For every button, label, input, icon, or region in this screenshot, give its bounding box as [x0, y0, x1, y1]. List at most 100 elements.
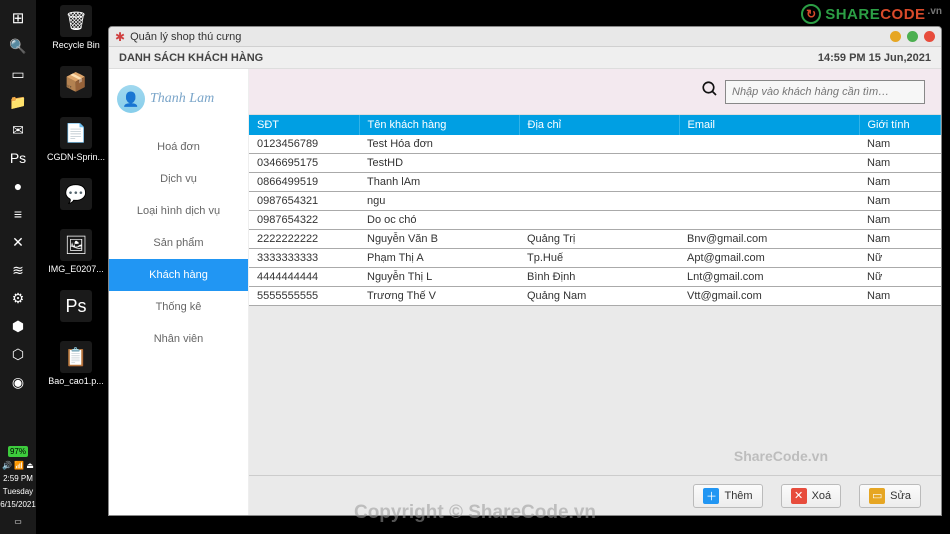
cell-diachi: [519, 211, 679, 230]
sidebar-item-1[interactable]: Dịch vụ: [109, 163, 248, 195]
desktop-icon-0[interactable]: 🗑Recycle Bin: [42, 5, 110, 50]
content-area: SĐTTên khách hàngĐịa chỉEmailGiới tính 0…: [249, 69, 941, 515]
maximize-button[interactable]: [907, 31, 918, 42]
taskbar-item-4[interactable]: ✉: [4, 116, 32, 144]
close-button[interactable]: [924, 31, 935, 42]
icon-label: Bao_cao1.p...: [42, 376, 110, 386]
sidebar-item-6[interactable]: Nhân viên: [109, 323, 248, 355]
taskbar-item-0[interactable]: ⊞: [4, 4, 32, 32]
cell-email: Bnv@gmail.com: [679, 230, 859, 249]
sidebar-item-5[interactable]: Thống kê: [109, 291, 248, 323]
taskbar-item-8[interactable]: ✕: [4, 228, 32, 256]
table-row[interactable]: 0987654321nguNam: [249, 192, 941, 211]
cell-email: [679, 173, 859, 192]
cell-diachi: [519, 173, 679, 192]
sidebar-item-0[interactable]: Hoá đơn: [109, 131, 248, 163]
table-row[interactable]: 0866499519Thanh lAmNam: [249, 173, 941, 192]
sidebar-item-4[interactable]: Khách hàng: [109, 259, 248, 291]
taskbar-date: 6/15/2021: [0, 500, 36, 509]
column-header[interactable]: Tên khách hàng: [359, 115, 519, 135]
add-label: Thêm: [724, 490, 752, 502]
customer-table[interactable]: SĐTTên khách hàngĐịa chỉEmailGiới tính 0…: [249, 115, 941, 306]
tray-icon[interactable]: 🔊: [2, 461, 12, 470]
icon-image: Ps: [60, 290, 92, 322]
taskbar-item-5[interactable]: Ps: [4, 144, 32, 172]
icon-image: 📄: [60, 117, 92, 149]
taskbar-item-13[interactable]: ◉: [4, 368, 32, 396]
table-row[interactable]: 5555555555Trương Thế VQuảng NamVtt@gmail…: [249, 287, 941, 306]
taskbar-item-9[interactable]: ≋: [4, 256, 32, 284]
desktop-icon-1[interactable]: 📦: [42, 66, 110, 101]
taskbar-time: 2:59 PM: [3, 474, 33, 483]
table-row[interactable]: 0987654322Do oc chóNam: [249, 211, 941, 230]
table-row[interactable]: 2222222222Nguyễn Văn BQuảng TrịBnv@gmail…: [249, 230, 941, 249]
delete-button[interactable]: ✕ Xoá: [781, 484, 842, 508]
table-row[interactable]: 0346695175TestHDNam: [249, 154, 941, 173]
cell-gioitinh: Nam: [859, 287, 941, 306]
delete-icon: ✕: [791, 488, 807, 504]
cell-email: [679, 211, 859, 230]
desktop-icon-6[interactable]: 📋Bao_cao1.p...: [42, 341, 110, 386]
cell-gioitinh: Nam: [859, 154, 941, 173]
cell-sdt: 0987654322: [249, 211, 359, 230]
taskbar-item-1[interactable]: 🔍: [4, 32, 32, 60]
cell-gioitinh: Nam: [859, 230, 941, 249]
action-bar: ＋ Thêm ✕ Xoá ▭ Sửa: [249, 475, 941, 515]
header-datetime: 14:59 PM 15 Jun,2021: [818, 52, 931, 64]
column-header[interactable]: Email: [679, 115, 859, 135]
column-header[interactable]: Địa chỉ: [519, 115, 679, 135]
taskbar-item-12[interactable]: ⬡: [4, 340, 32, 368]
avatar: 👤: [117, 85, 145, 113]
sidebar-item-3[interactable]: Sản phẩm: [109, 227, 248, 259]
cell-ten: Thanh lAm: [359, 173, 519, 192]
tray-icon[interactable]: 📶: [14, 461, 24, 470]
minimize-button[interactable]: [890, 31, 901, 42]
table-row[interactable]: 3333333333Phạm Thị ATp.HuếApt@gmail.comN…: [249, 249, 941, 268]
taskbar-item-11[interactable]: ⬢: [4, 312, 32, 340]
edit-label: Sửa: [890, 490, 911, 502]
icon-label: CGDN-Sprin...: [42, 152, 110, 162]
taskbar-item-7[interactable]: ≡: [4, 200, 32, 228]
edit-icon: ▭: [869, 488, 885, 504]
cell-sdt: 0866499519: [249, 173, 359, 192]
tray-icon[interactable]: ⏏: [26, 461, 34, 470]
sidebar: 👤 Thanh Lam Hoá đơnDịch vụLoại hình dịch…: [109, 69, 249, 515]
edit-button[interactable]: ▭ Sửa: [859, 484, 921, 508]
taskbar-item-10[interactable]: ⚙: [4, 284, 32, 312]
cell-diachi: [519, 135, 679, 154]
taskbar-item-3[interactable]: 📁: [4, 88, 32, 116]
table-row[interactable]: 0123456789Test Hóa đơnNam: [249, 135, 941, 154]
cell-ten: Do oc chó: [359, 211, 519, 230]
desktop-icon-2[interactable]: 📄 CGDN-Sprin...: [42, 117, 110, 162]
icon-image: 🗑: [60, 5, 92, 37]
cell-sdt: 0987654321: [249, 192, 359, 211]
desktop-icon-4[interactable]: 🖼IMG_E0207...: [42, 229, 110, 274]
app-window: ✱ Quản lý shop thú cưng DANH SÁCH KHÁCH …: [108, 26, 942, 516]
desktop-icon-5[interactable]: Ps: [42, 290, 110, 325]
cell-ten: Phạm Thị A: [359, 249, 519, 268]
search-icon[interactable]: [701, 80, 719, 103]
app-icon: ✱: [115, 30, 125, 44]
search-input[interactable]: [725, 80, 925, 104]
show-desktop[interactable]: ▭: [14, 517, 22, 526]
user-block[interactable]: 👤 Thanh Lam: [109, 81, 248, 131]
sidebar-item-2[interactable]: Loại hình dịch vụ: [109, 195, 248, 227]
system-tray: 97% 🔊📶⏏ 2:59 PM Tuesday 6/15/2021 ▭: [0, 446, 36, 534]
column-header[interactable]: SĐT: [249, 115, 359, 135]
taskbar-day: Tuesday: [3, 487, 33, 496]
page-title: DANH SÁCH KHÁCH HÀNG: [119, 52, 263, 64]
column-header[interactable]: Giới tính: [859, 115, 941, 135]
titlebar[interactable]: ✱ Quản lý shop thú cưng: [109, 27, 941, 47]
add-icon: ＋: [703, 488, 719, 504]
cell-diachi: Tp.Huế: [519, 249, 679, 268]
add-button[interactable]: ＋ Thêm: [693, 484, 762, 508]
taskbar-item-2[interactable]: ▭: [4, 60, 32, 88]
delete-label: Xoá: [812, 490, 832, 502]
icon-image: 🖼: [60, 229, 92, 261]
taskbar-item-6[interactable]: ●: [4, 172, 32, 200]
desktop-icon-3[interactable]: 💬: [42, 178, 110, 213]
cell-ten: Test Hóa đơn: [359, 135, 519, 154]
search-bar: [249, 69, 941, 115]
table-row[interactable]: 4444444444Nguyễn Thị LBình ĐịnhLnt@gmail…: [249, 268, 941, 287]
cell-email: Lnt@gmail.com: [679, 268, 859, 287]
